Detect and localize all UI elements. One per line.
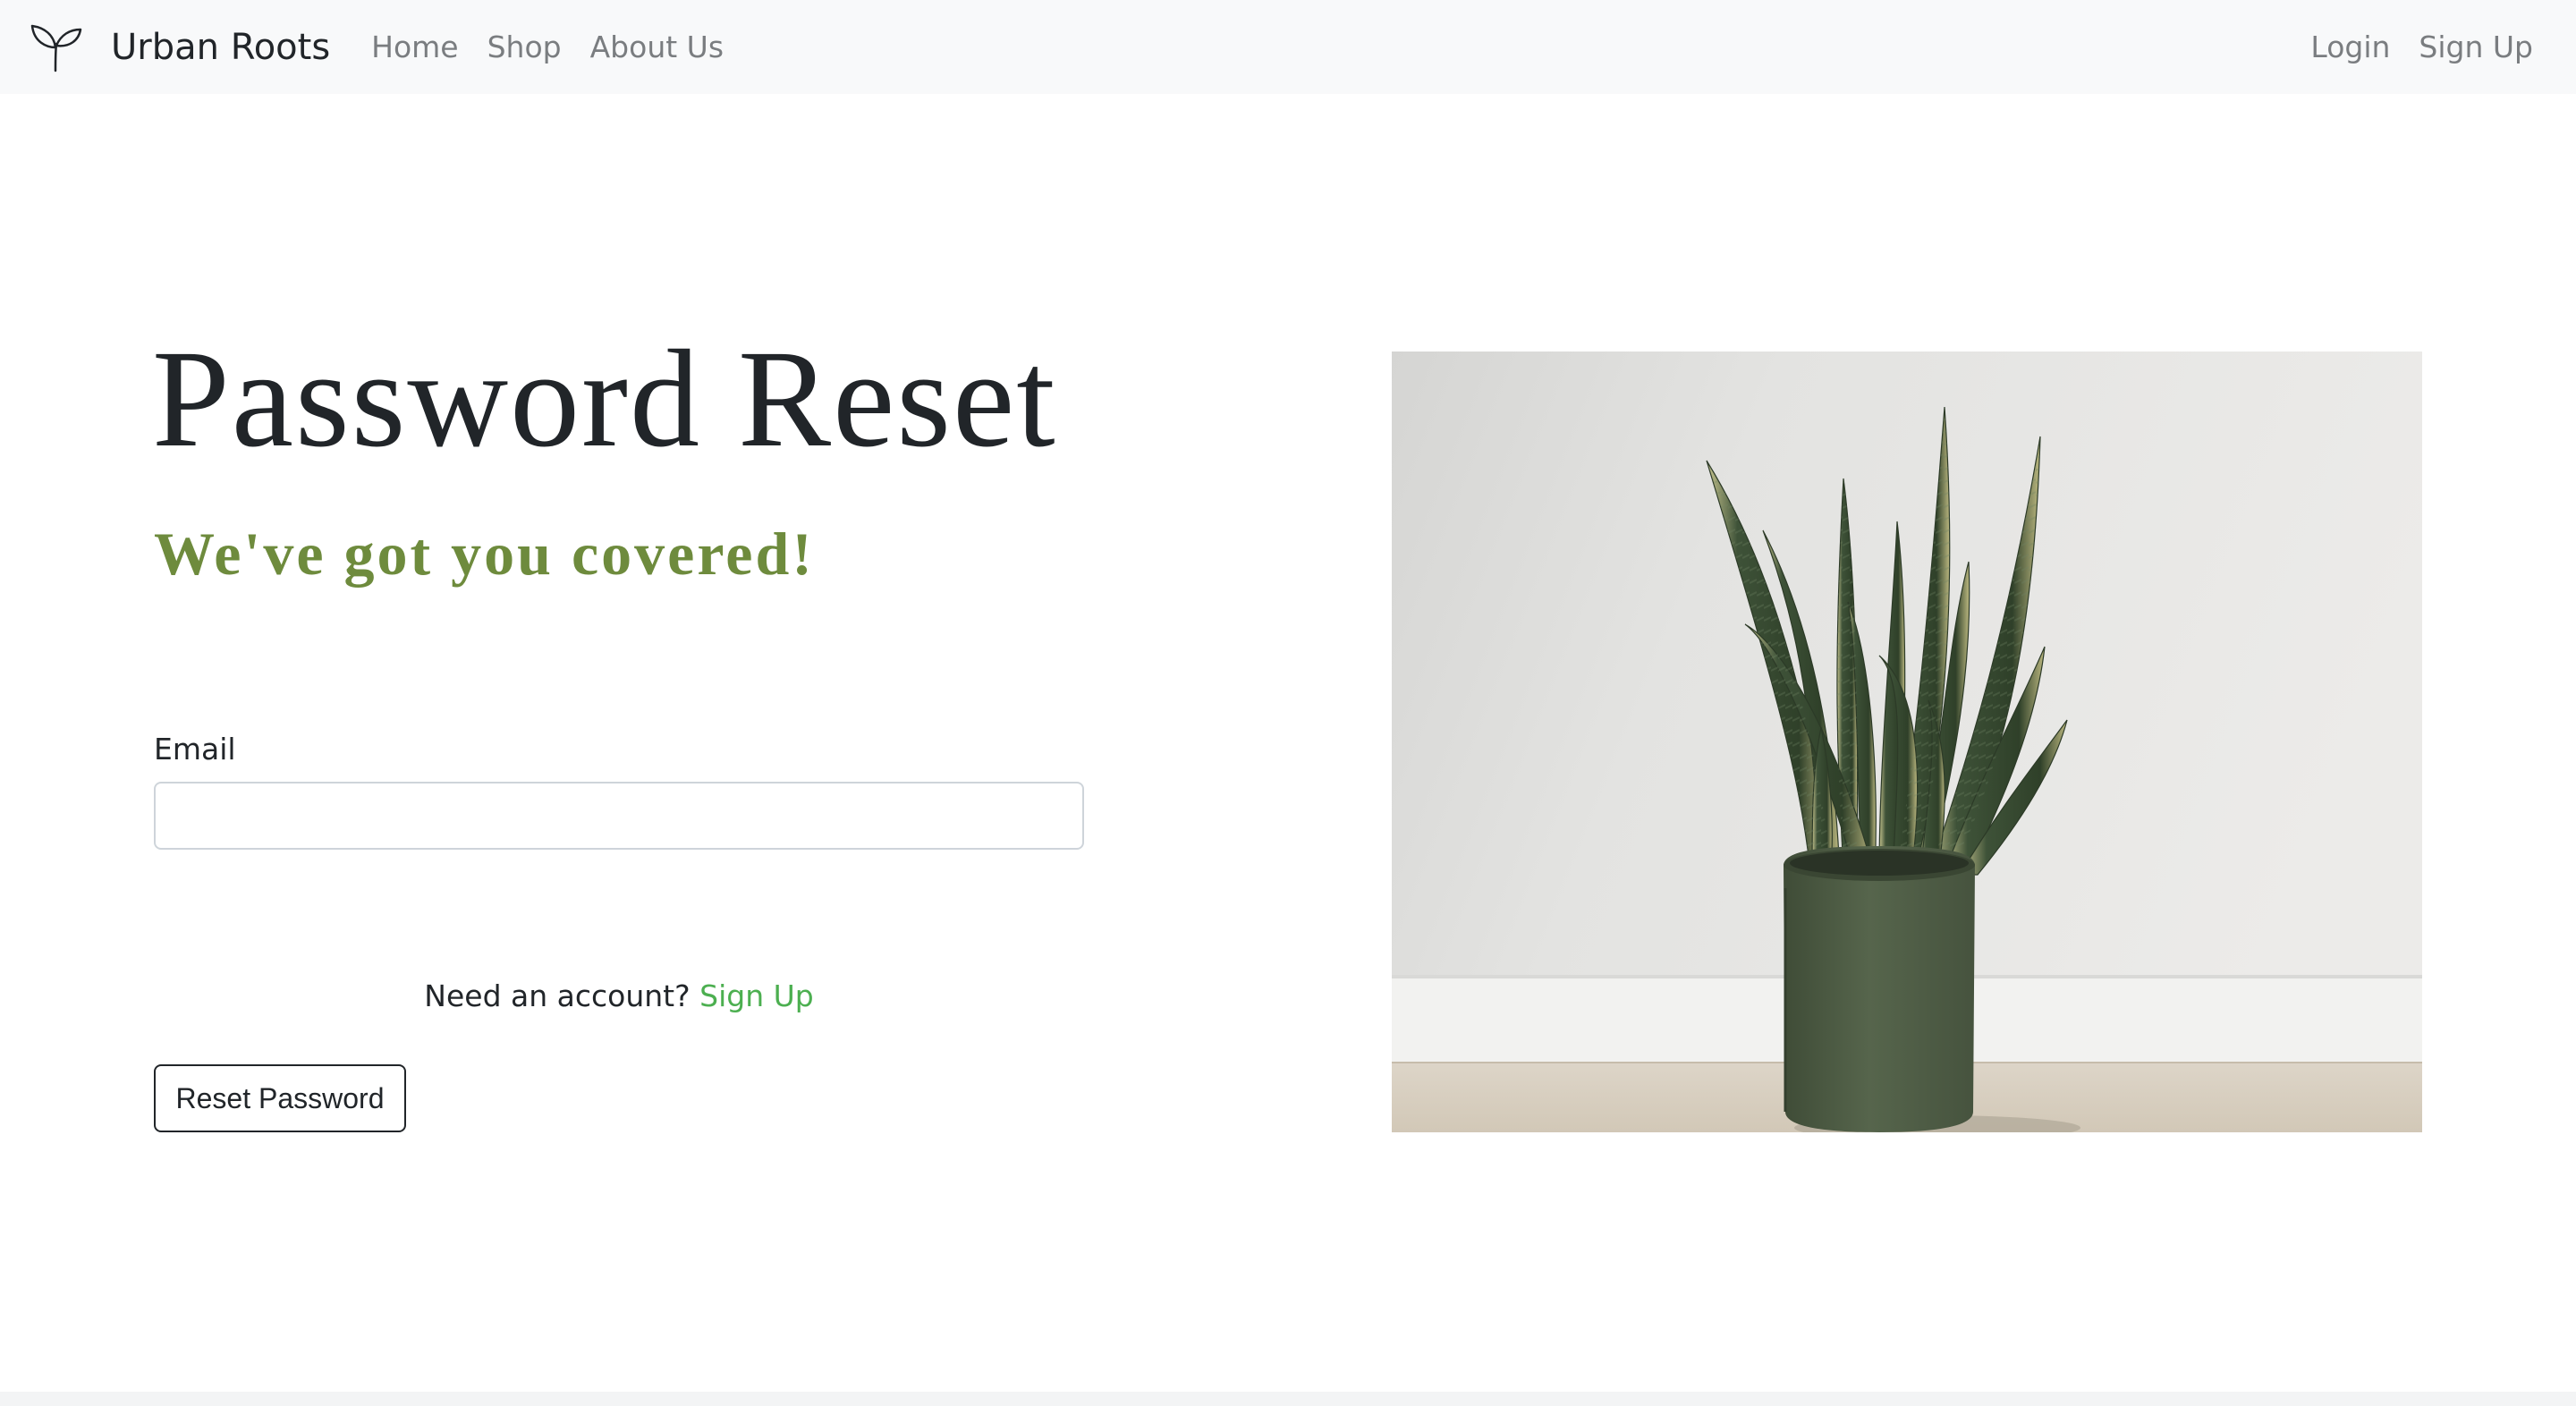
snake-plant-image [1392,352,2422,1132]
page-title: Password Reset [152,321,1057,476]
account-prompt: Need an account? Sign Up [154,978,1084,1013]
nav-about-link[interactable]: About Us [576,30,738,64]
page-subtitle: We've got you covered! [154,520,815,588]
plant-photo [1392,352,2422,1132]
brand-link[interactable]: Urban Roots [29,21,330,74]
nav-signup-link[interactable]: Sign Up [2404,30,2547,64]
nav-login-link[interactable]: Login [2296,30,2404,64]
signup-link[interactable]: Sign Up [699,978,814,1013]
email-label: Email [154,732,236,767]
nav-links: Home Shop About Us [357,30,738,64]
navbar: Urban Roots Home Shop About Us Login Sig… [0,0,2576,94]
email-field[interactable] [154,782,1084,850]
sprout-icon [30,24,82,72]
nav-home-link[interactable]: Home [357,30,472,64]
brand-name: Urban Roots [111,26,331,68]
reset-password-button[interactable]: Reset Password [154,1064,406,1132]
nav-auth-links: Login Sign Up [2296,30,2547,64]
footer-strip [0,1392,2576,1406]
nav-shop-link[interactable]: Shop [473,30,576,64]
account-prompt-text: Need an account? [424,978,691,1013]
